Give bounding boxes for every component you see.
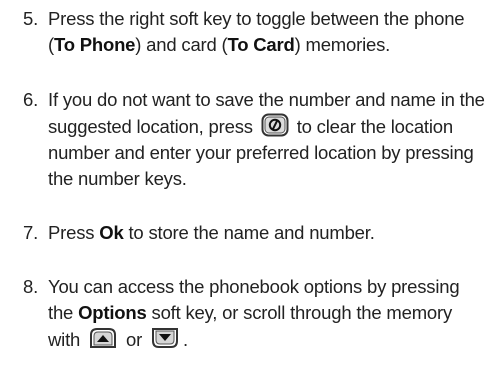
step-text-part: ) and card ( xyxy=(135,34,228,55)
step-8: 8. You can access the phonebook options … xyxy=(0,274,496,353)
to-phone-label: To Phone xyxy=(53,34,136,55)
ok-label: Ok xyxy=(99,222,124,243)
step-number: 6. xyxy=(23,89,39,110)
to-card-label: To Card xyxy=(227,34,295,55)
step-text-part: . xyxy=(183,329,188,350)
step-text: Press the right soft key to toggle betwe… xyxy=(48,6,488,58)
step-text-part: ) memories. xyxy=(294,34,391,55)
step-text-part: or xyxy=(126,329,143,350)
step-text: If you do not want to save the number an… xyxy=(48,87,488,192)
step-text: Press Ok to store the name and number. xyxy=(48,220,488,246)
step-number: 8. xyxy=(23,276,39,297)
options-label: Options xyxy=(78,302,147,323)
step-7: 7. Press Ok to store the name and number… xyxy=(0,220,496,246)
step-text-part: to store the name and number. xyxy=(128,222,375,243)
step-text: You can access the phonebook options by … xyxy=(48,274,488,353)
step-6: 6. If you do not want to save the number… xyxy=(0,87,496,192)
scroll-down-key-icon xyxy=(150,326,180,350)
clear-key-icon xyxy=(261,113,289,137)
step-5: 5. Press the right soft key to toggle be… xyxy=(0,6,496,58)
step-text-part: Press xyxy=(48,222,95,243)
step-number: 5. xyxy=(23,8,39,29)
scroll-up-key-icon xyxy=(88,326,118,350)
step-number: 7. xyxy=(23,222,39,243)
